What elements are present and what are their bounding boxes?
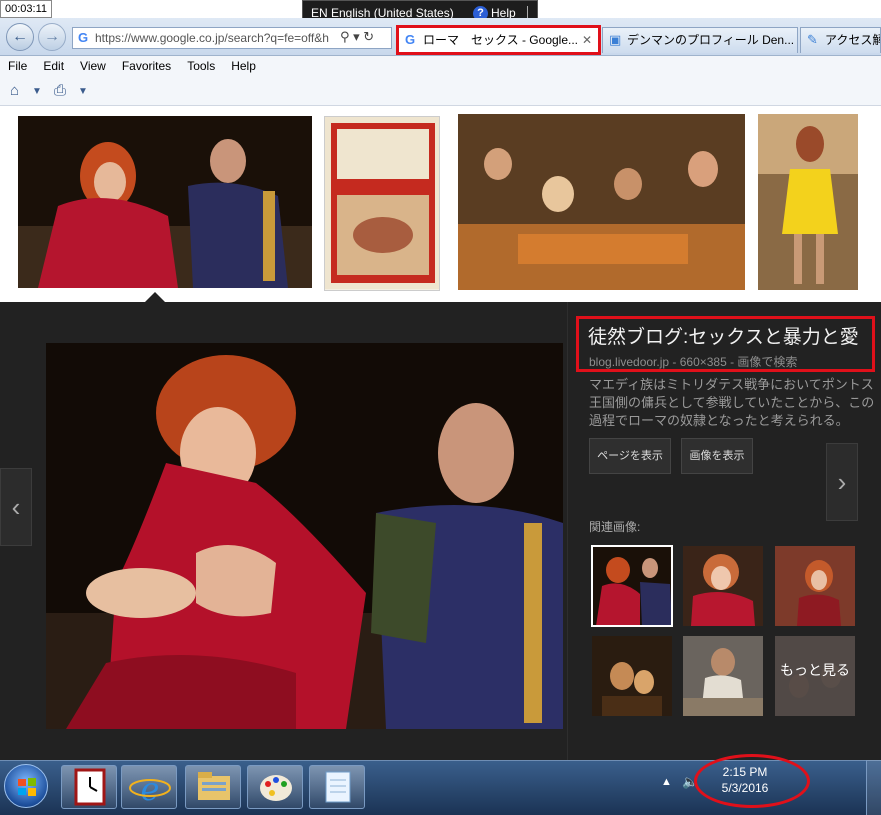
related-thumb	[592, 636, 672, 716]
menu-bar: File Edit View Favorites Tools Help	[0, 56, 881, 76]
search-refresh-icons[interactable]: ⚲ ▾ ↻	[340, 29, 374, 45]
home-icon[interactable]: ⌂	[10, 82, 19, 99]
svg-text:e: e	[141, 770, 160, 808]
thumb-image	[458, 114, 745, 290]
windows-logo-icon	[18, 778, 36, 796]
related-thumb	[775, 546, 855, 626]
print-dropdown-icon[interactable]: ▼	[78, 86, 88, 97]
taskbar-notepad[interactable]	[309, 765, 365, 809]
view-image-button[interactable]: 画像を表示	[681, 438, 753, 474]
tab-label: アクセス解	[825, 33, 881, 47]
back-arrow-icon[interactable]: ←	[6, 23, 34, 51]
thumb-image	[18, 116, 312, 288]
thumb-image	[758, 114, 858, 290]
paint-palette-icon	[260, 775, 292, 801]
folder-icon	[198, 772, 230, 800]
preview-description: マエディ族はミトリダテス戦争においてポントス王国側の傭兵として参戦していたことか…	[589, 377, 875, 428]
forward-arrow-icon[interactable]: →	[38, 23, 66, 51]
show-hidden-icons-icon[interactable]: ▲	[661, 776, 672, 788]
result-thumbnail[interactable]	[758, 114, 858, 290]
taskbar-file-explorer[interactable]	[185, 765, 241, 809]
preview-pointer	[145, 292, 165, 302]
more-images-button[interactable]: もっと見る	[775, 636, 855, 716]
browser-toolbar: ← → G https://www.google.co.jp/search?q=…	[0, 18, 881, 56]
google-favicon-icon: G	[405, 32, 416, 47]
visit-page-button[interactable]: ページを表示	[589, 438, 671, 474]
menu-view[interactable]: View	[72, 56, 114, 76]
related-image[interactable]	[775, 546, 855, 626]
internet-explorer-icon: e	[129, 770, 171, 808]
related-thumb	[683, 546, 763, 626]
menu-favorites[interactable]: Favorites	[114, 56, 179, 76]
preview-title[interactable]: 徒然ブログ:セックスと暴力と愛	[588, 322, 859, 349]
result-thumbnail[interactable]	[458, 114, 745, 290]
previous-image-button[interactable]: ‹	[0, 468, 32, 546]
google-favicon-icon: G	[78, 30, 89, 45]
related-thumb	[592, 546, 672, 626]
clock-app-icon	[74, 768, 106, 806]
clock-highlight-ring	[694, 754, 810, 808]
start-button[interactable]	[4, 764, 48, 808]
recorder-timer: 00:03:11	[0, 0, 52, 18]
tab-profile[interactable]: ▣ デンマンのプロフィール Den...	[602, 27, 798, 53]
print-icon[interactable]: ⎙	[54, 82, 66, 99]
menu-help[interactable]: Help	[223, 56, 264, 76]
address-url: https://www.google.co.jp/search?q=fe=off…	[95, 31, 329, 45]
next-image-button[interactable]: ›	[826, 443, 858, 521]
taskbar-clock-app[interactable]	[61, 765, 117, 809]
page-favicon-icon: ✎	[807, 32, 818, 47]
related-images-label: 関連画像:	[589, 520, 641, 534]
related-image[interactable]	[591, 545, 673, 627]
preview-image	[46, 343, 563, 729]
panel-divider	[567, 302, 568, 760]
tab-label: ローマ セックス - Google...	[423, 33, 579, 47]
menu-tools[interactable]: Tools	[179, 56, 223, 76]
preview-source[interactable]: blog.livedoor.jp - 660×385 - 画像で検索	[589, 353, 797, 370]
show-desktop-button[interactable]	[866, 760, 881, 815]
page-favicon-icon: ▣	[609, 32, 622, 47]
related-image[interactable]	[683, 546, 763, 626]
menu-edit[interactable]: Edit	[35, 56, 72, 76]
taskbar-paint[interactable]	[247, 765, 303, 809]
related-image[interactable]	[592, 636, 672, 716]
tab-label: デンマンのプロフィール Den...	[627, 33, 795, 47]
home-dropdown-icon[interactable]: ▼	[32, 86, 42, 97]
image-results-strip	[0, 106, 881, 304]
notepad-icon	[325, 771, 351, 803]
tab-access[interactable]: ✎ アクセス解	[800, 27, 881, 53]
menu-file[interactable]: File	[0, 56, 35, 76]
result-thumbnail[interactable]	[324, 116, 440, 291]
taskbar-internet-explorer[interactable]: e	[121, 765, 177, 809]
command-bar: ⌂ ▼ ⎙ ▼	[0, 76, 881, 106]
thumb-image	[325, 117, 439, 289]
related-thumb	[683, 636, 763, 716]
related-image[interactable]	[683, 636, 763, 716]
preview-main-image[interactable]	[46, 343, 563, 729]
result-thumbnail-selected[interactable]	[18, 116, 312, 291]
tab-google-search[interactable]: G ローマ セックス - Google... ✕	[396, 25, 601, 55]
close-tab-icon[interactable]: ✕	[582, 28, 592, 52]
